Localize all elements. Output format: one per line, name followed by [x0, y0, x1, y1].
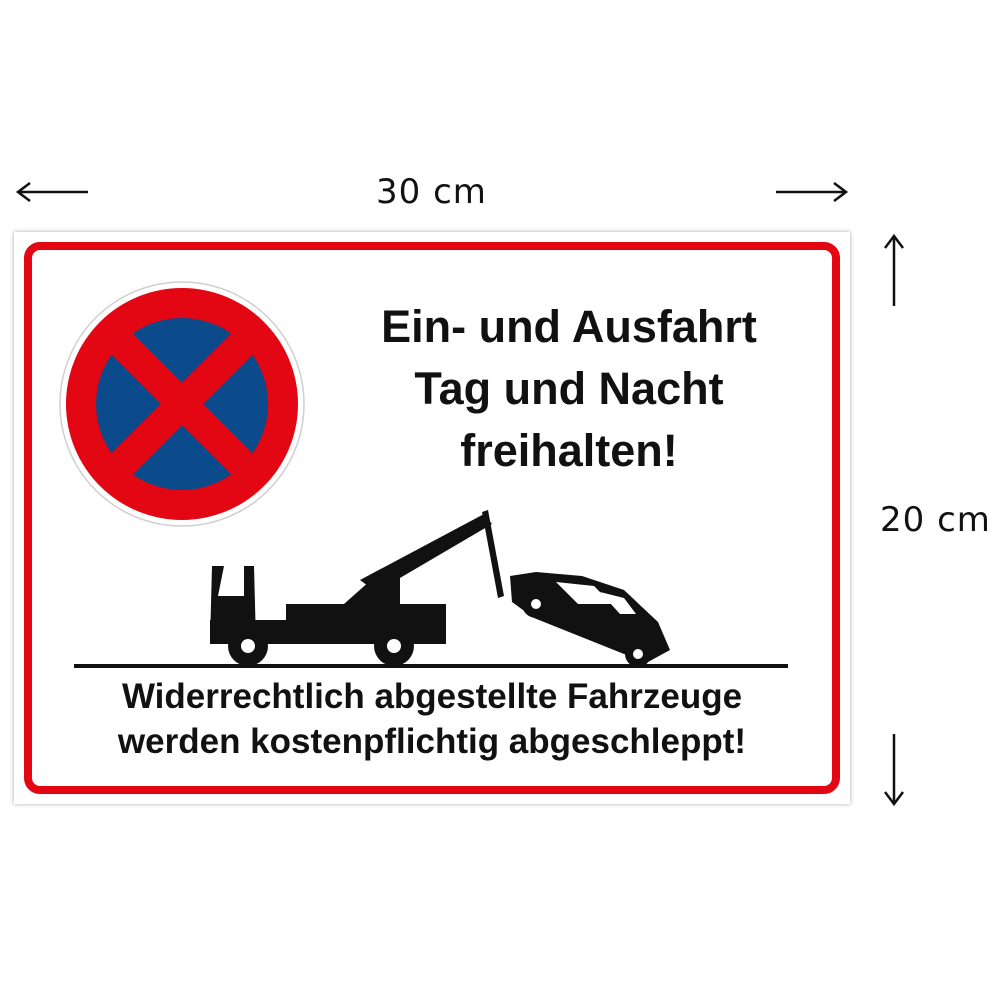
headline-line-2: Tag und Nacht [414, 363, 724, 414]
sign-warning-text: Widerrechtlich abgestellte Fahrzeuge wer… [44, 674, 820, 764]
ground-line [74, 664, 788, 668]
arrow-right-icon [776, 182, 849, 202]
arrow-down-icon [884, 734, 904, 807]
warning-line-2: werden kostenpflichtig abgeschleppt! [117, 722, 747, 761]
tow-truck-icon [210, 510, 504, 666]
width-label: 30 cm [376, 172, 487, 212]
arrow-left-icon [15, 182, 88, 202]
headline-line-3: freihalten! [460, 425, 678, 476]
towing-illustration [74, 510, 788, 668]
towed-car-icon [510, 572, 670, 667]
parking-sign: Ein- und Ausfahrt Tag und Nacht freihalt… [14, 232, 850, 804]
sign-headline: Ein- und Ausfahrt Tag und Nacht freihalt… [334, 296, 804, 482]
height-label: 20 cm [880, 500, 991, 540]
no-stopping-sign-icon [59, 281, 305, 527]
warning-line-1: Widerrechtlich abgestellte Fahrzeuge [121, 677, 743, 716]
arrow-up-icon [884, 233, 904, 306]
headline-line-1: Ein- und Ausfahrt [381, 301, 757, 352]
